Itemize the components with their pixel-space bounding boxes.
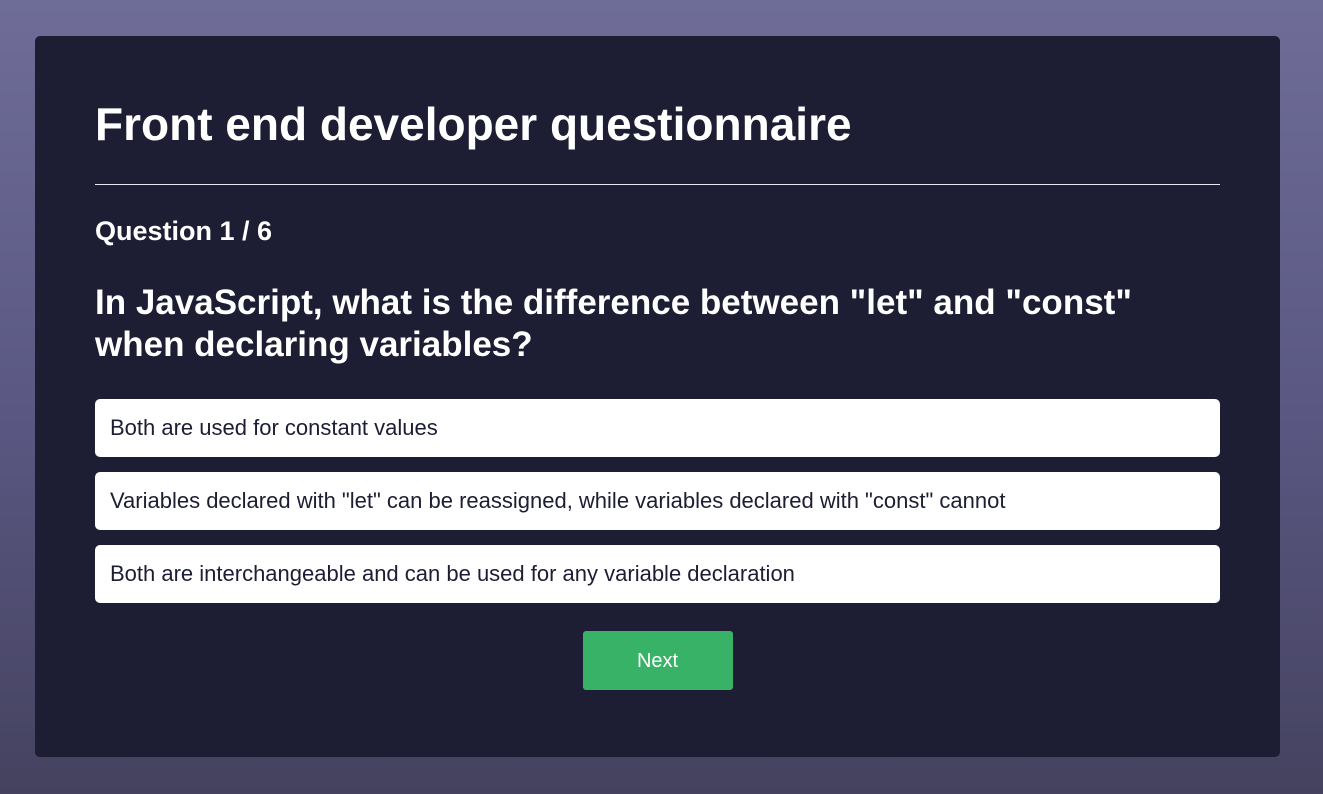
answer-option-2[interactable]: Variables declared with "let" can be rea… bbox=[95, 472, 1220, 530]
page-title: Front end developer questionnaire bbox=[95, 98, 852, 150]
title-divider bbox=[95, 184, 1220, 185]
answer-option-1[interactable]: Both are used for constant values bbox=[95, 399, 1220, 457]
answer-options: Both are used for constant values Variab… bbox=[95, 399, 1220, 603]
question-counter: Question 1 / 6 bbox=[95, 216, 273, 246]
next-button-container: Next bbox=[95, 631, 1220, 690]
question-text: In JavaScript, what is the difference be… bbox=[95, 283, 1132, 364]
answer-option-3[interactable]: Both are interchangeable and can be used… bbox=[95, 545, 1220, 603]
next-button[interactable]: Next bbox=[582, 631, 733, 690]
quiz-card: Front end developer questionnaire Questi… bbox=[35, 36, 1280, 757]
